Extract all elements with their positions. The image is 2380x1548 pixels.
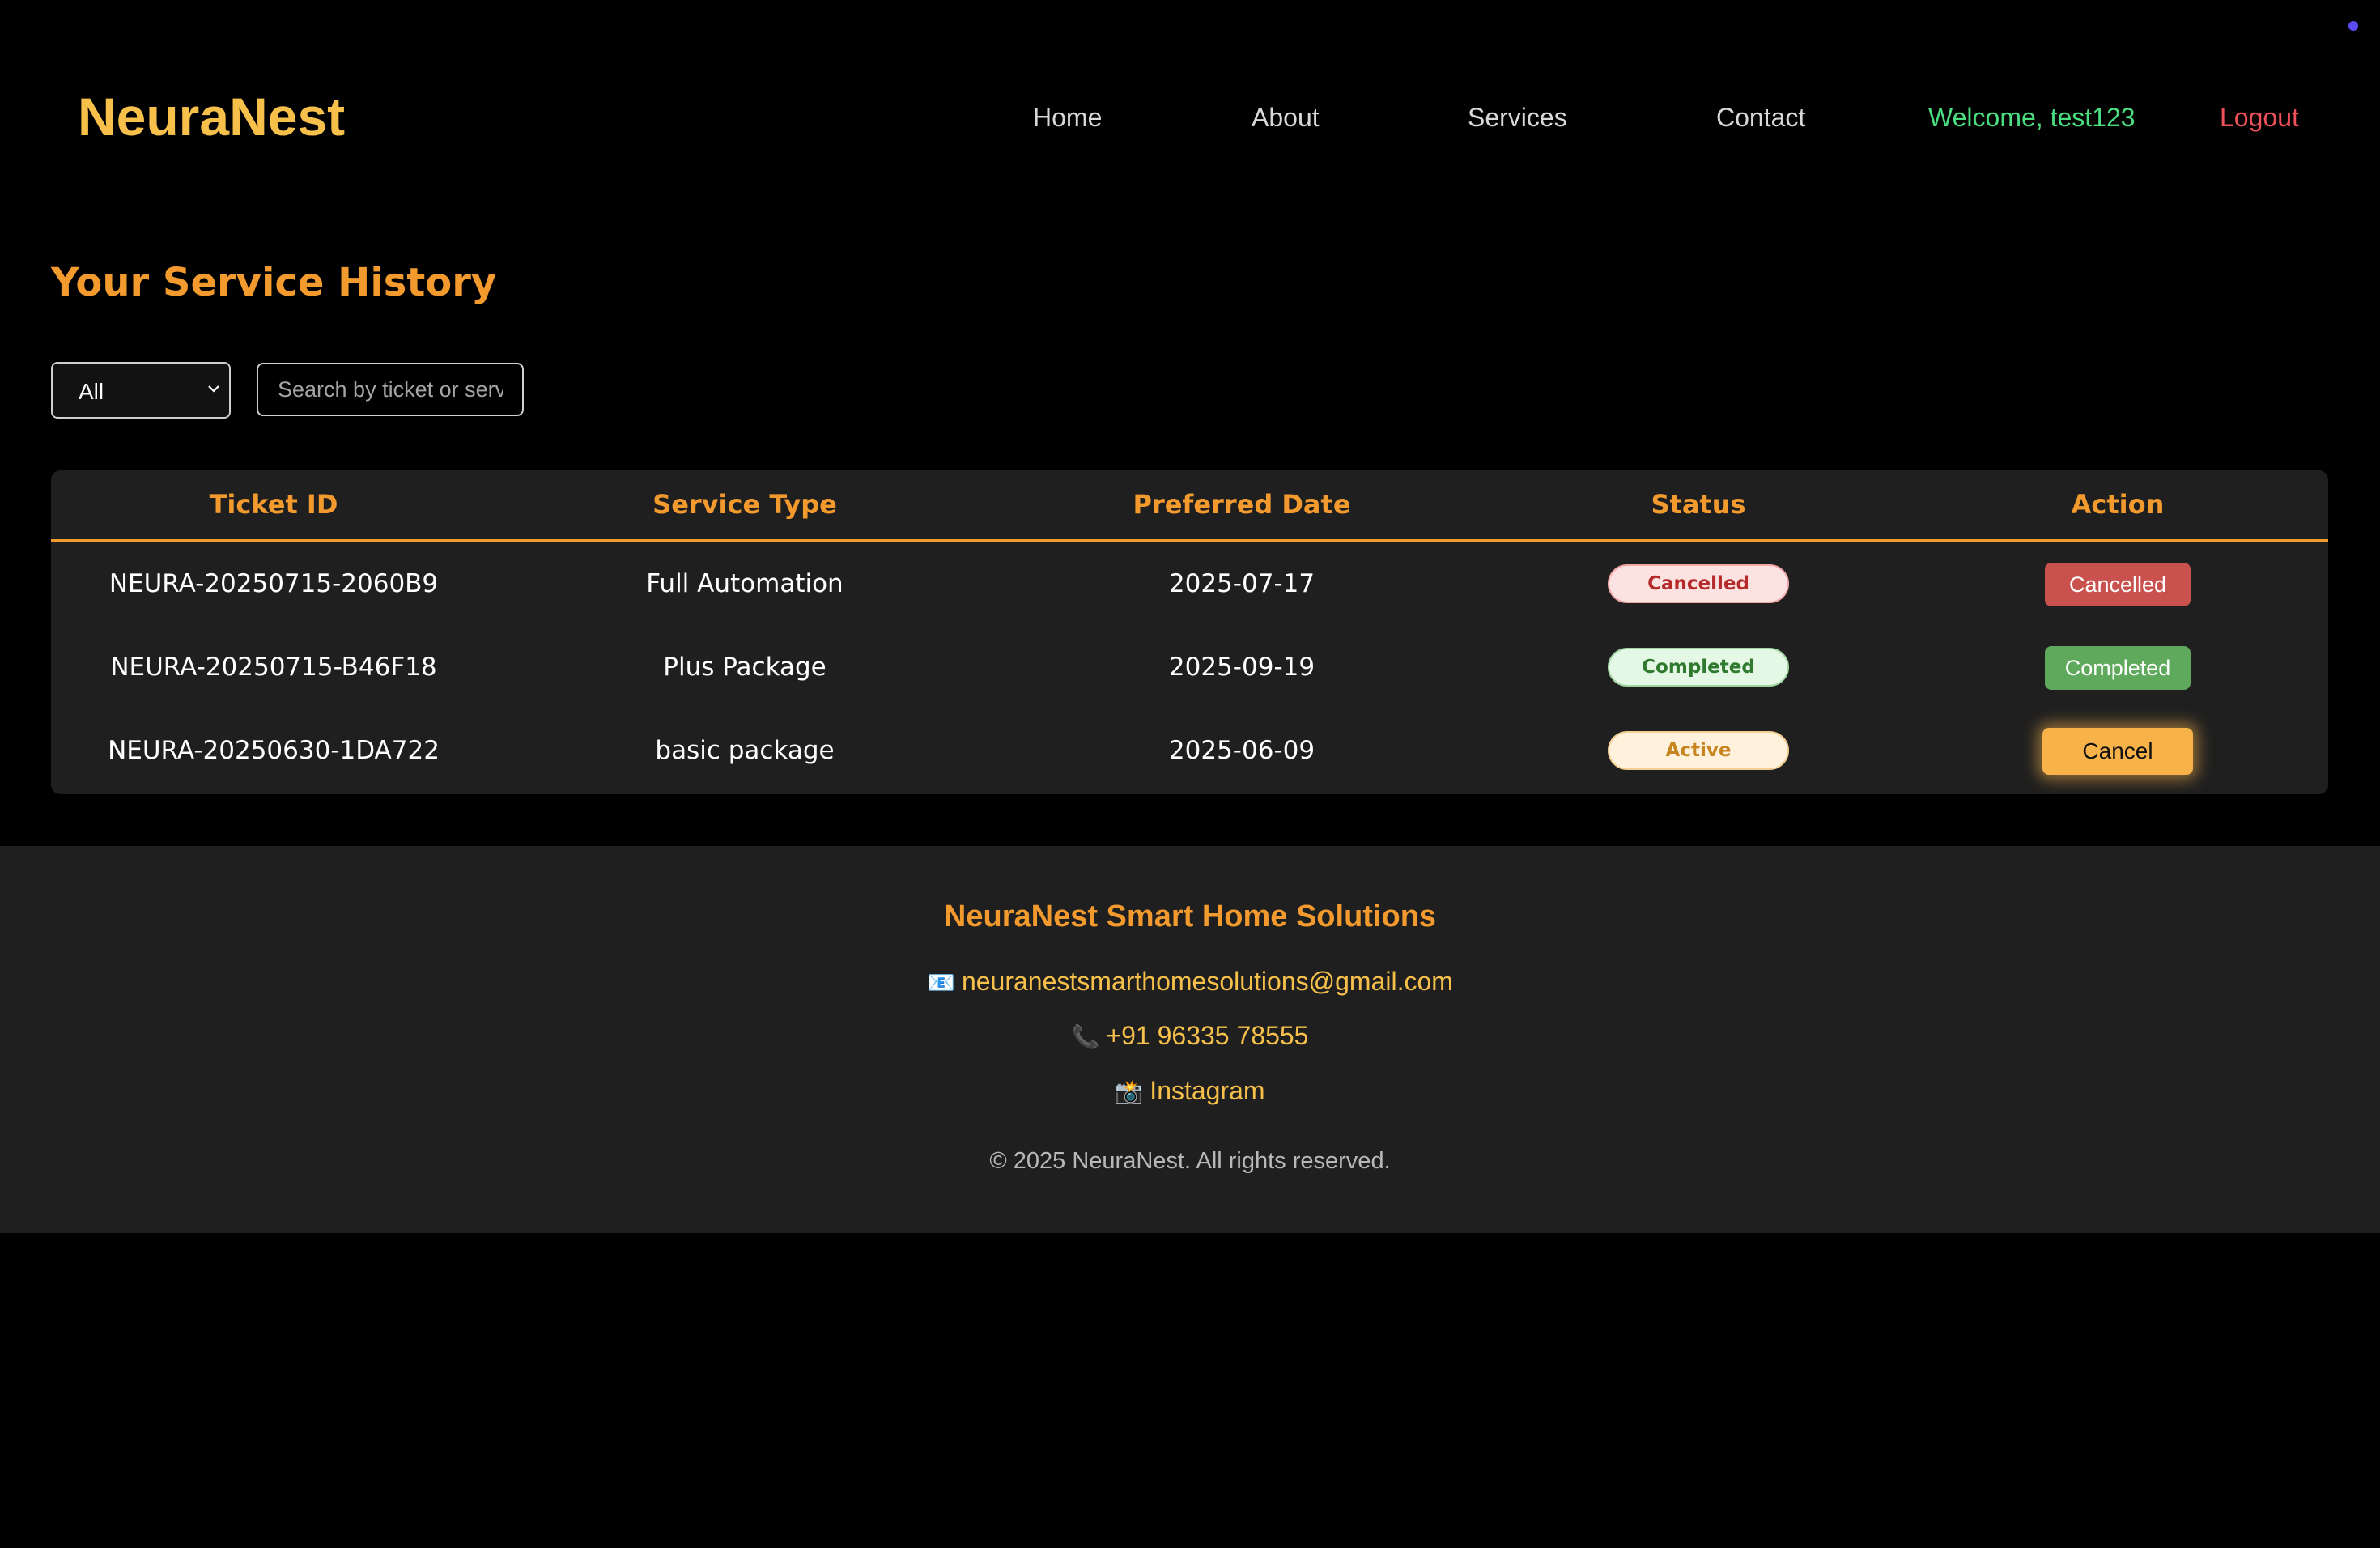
header-service-type: Service Type <box>652 489 837 520</box>
site-footer: NeuraNest Smart Home Solutions 📧 neuranes… <box>0 846 2380 1233</box>
search-input[interactable] <box>257 363 524 416</box>
camera-icon: 📸 <box>1115 1078 1144 1105</box>
service-type-cell: Plus Package <box>663 653 827 682</box>
nav-about-link[interactable]: About <box>1252 100 1320 134</box>
nav-contact-link[interactable]: Contact <box>1716 100 1805 134</box>
table-row: NEURA-20250630-1DA722 basic package 2025… <box>51 709 2328 793</box>
service-type-cell: basic package <box>655 736 835 765</box>
preferred-date-cell: 2025-07-17 <box>1168 569 1315 598</box>
header-action: Action <box>2071 489 2165 520</box>
cancelled-button[interactable]: Cancelled <box>2045 563 2191 606</box>
logout-link[interactable]: Logout <box>2220 100 2299 134</box>
status-badge: Cancelled <box>1608 564 1789 603</box>
welcome-text: Welcome, test123 <box>1928 103 2136 132</box>
chevron-down-icon <box>208 385 219 393</box>
status-filter-value: All <box>79 379 104 404</box>
footer-title: NeuraNest Smart Home Solutions <box>943 899 1437 933</box>
email-link[interactable]: neuranestsmarthomesolutions@gmail.com <box>962 967 1453 996</box>
status-badge: Active <box>1608 731 1789 770</box>
site-header: NeuraNest Home About Services Contact We… <box>0 0 2380 235</box>
phone-icon: 📞 <box>1071 1023 1100 1050</box>
nav-home-link[interactable]: Home <box>1033 100 1102 134</box>
footer-instagram: 📸 Instagram <box>0 1074 2380 1108</box>
preferred-date-cell: 2025-09-19 <box>1168 653 1315 682</box>
ticket-id-cell: NEURA-20250715-B46F18 <box>110 653 437 682</box>
footer-email: 📧 neuranestsmarthomesolutions@gmail.com <box>0 965 2380 999</box>
instagram-link[interactable]: Instagram <box>1150 1076 1264 1105</box>
cancel-service-button[interactable]: Cancel <box>2042 728 2193 775</box>
status-badge: Completed <box>1608 648 1789 687</box>
ticket-id-cell: NEURA-20250630-1DA722 <box>108 736 440 765</box>
header-preferred-date: Preferred Date <box>1133 489 1351 520</box>
logo[interactable]: NeuraNest <box>78 84 345 149</box>
service-history-table: Ticket ID Service Type Preferred Date St… <box>51 470 2328 794</box>
footer-phone: 📞 +91 96335 78555 <box>0 1019 2380 1053</box>
page-title: Your Service History <box>51 260 497 305</box>
table-row: NEURA-20250715-2060B9 Full Automation 20… <box>51 542 2328 626</box>
completed-button[interactable]: Completed <box>2045 646 2191 690</box>
ticket-id-cell: NEURA-20250715-2060B9 <box>108 569 439 598</box>
header-status: Status <box>1651 489 1746 520</box>
footer-copyright: © 2025 NeuraNest. All rights reserved. <box>989 1148 1391 1174</box>
preferred-date-cell: 2025-06-09 <box>1168 736 1315 765</box>
status-filter-select[interactable]: All <box>51 362 231 419</box>
email-icon: 📧 <box>927 969 955 996</box>
table-header: Ticket ID Service Type Preferred Date St… <box>51 470 2328 542</box>
phone-link[interactable]: +91 96335 78555 <box>1106 1021 1308 1050</box>
table-row: NEURA-20250715-B46F18 Plus Package 2025-… <box>51 626 2328 709</box>
nav-services-link[interactable]: Services <box>1468 100 1567 134</box>
service-type-cell: Full Automation <box>646 569 844 598</box>
header-ticket-id: Ticket ID <box>209 489 338 520</box>
